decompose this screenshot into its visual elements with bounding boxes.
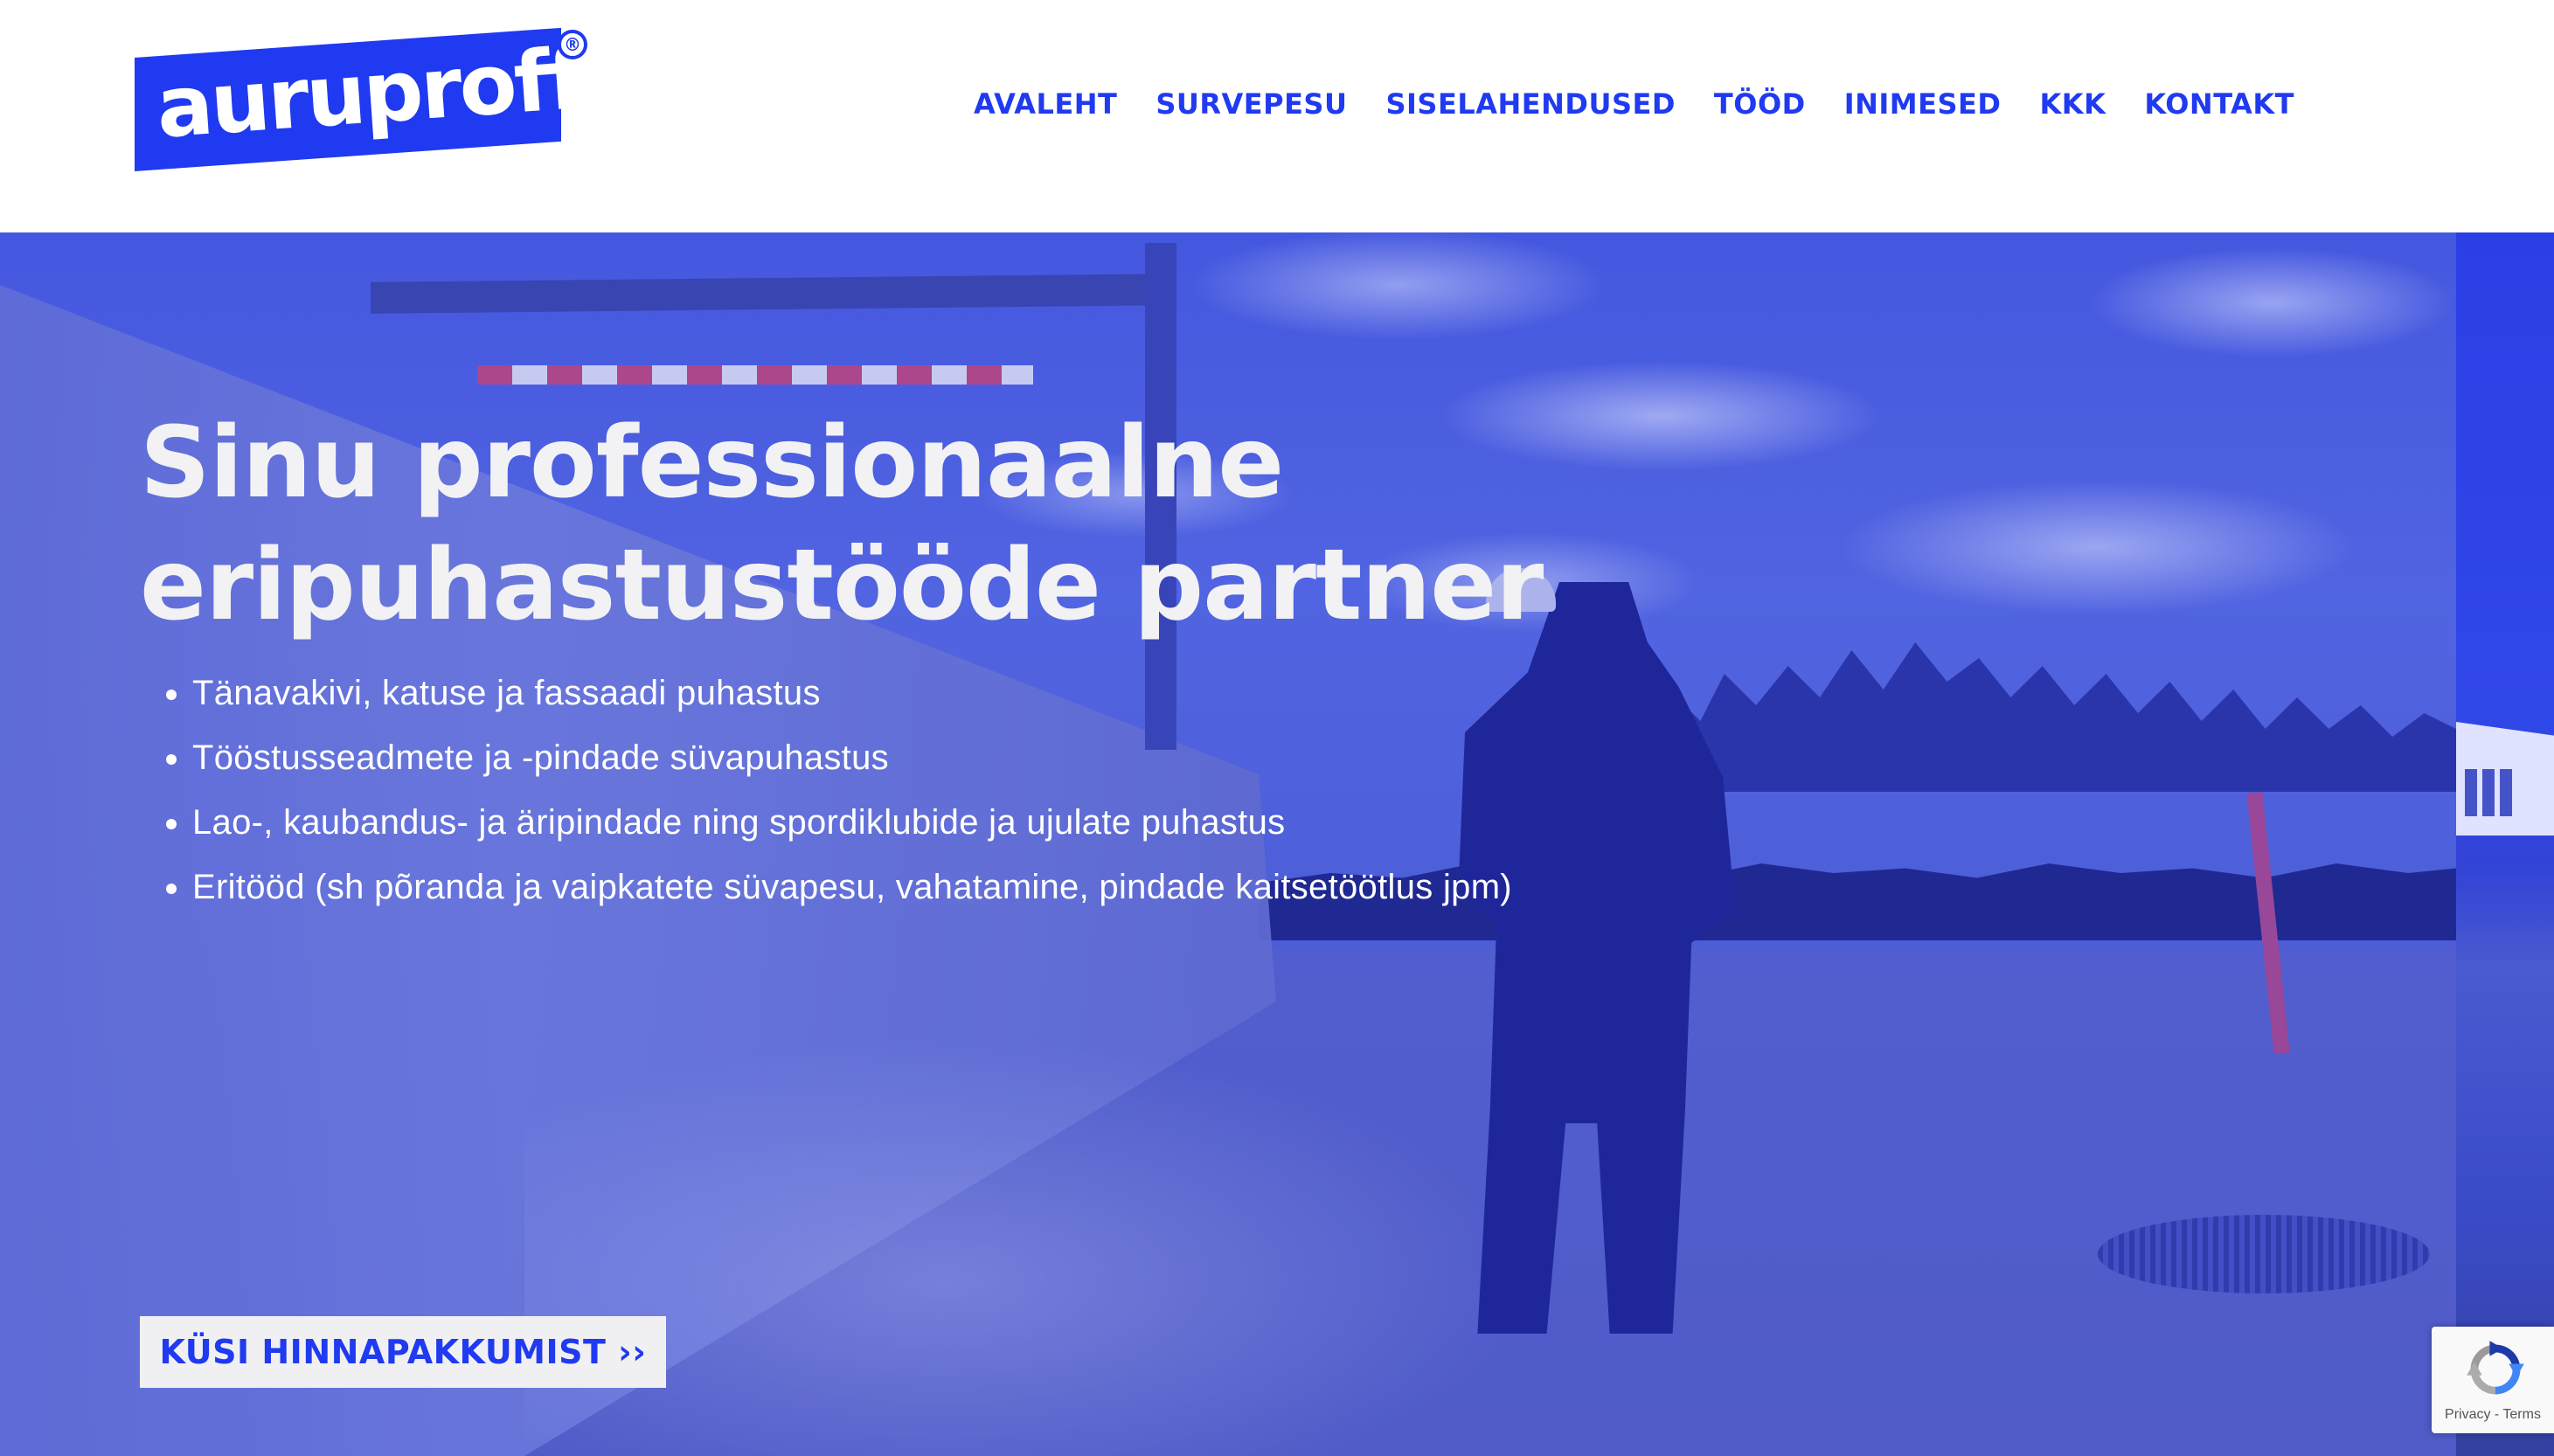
registered-mark: ® — [558, 30, 587, 59]
next-slide-window — [2465, 769, 2517, 816]
next-slide-peek — [2456, 232, 2554, 1456]
service-item: Lao-, kaubandus- ja äripindade ning spor… — [192, 790, 1643, 855]
nav-item-siselahendused[interactable]: SISELAHENDUSED — [1385, 87, 1675, 121]
recaptcha-terms-link[interactable]: Terms — [2502, 1407, 2541, 1422]
site-header: auruproff ® AVALEHT SURVEPESU SISELAHEND… — [0, 0, 2554, 232]
recaptcha-separator: - — [2490, 1407, 2503, 1422]
nav-item-kontakt[interactable]: KONTAKT — [2144, 87, 2294, 121]
hero-title-line-2: eripuhastustööde partner — [140, 529, 1544, 642]
recaptcha-privacy-link[interactable]: Privacy — [2445, 1407, 2490, 1422]
request-quote-button[interactable]: KÜSI HINNAPAKKUMIST ›› — [140, 1316, 666, 1388]
nav-item-tood[interactable]: TÖÖD — [1714, 87, 1806, 121]
nav-item-survepesu[interactable]: SURVEPESU — [1156, 87, 1347, 121]
nav-item-kkk[interactable]: KKK — [2039, 87, 2106, 121]
auruproff-logo[interactable]: auruproff ® — [135, 27, 589, 173]
recaptcha-icon — [2467, 1341, 2524, 1395]
hero-title-line-1: Sinu professionaalne — [140, 406, 1284, 520]
main-navigation: AVALEHT SURVEPESU SISELAHENDUSED TÖÖD IN… — [974, 87, 2294, 121]
service-item: Tänavakivi, katuse ja fassaadi puhastus — [192, 661, 1643, 725]
service-item: Tööstusseadmete ja -pindade süvapuhastus — [192, 725, 1643, 790]
services-list: Tänavakivi, katuse ja fassaadi puhastus … — [140, 661, 1643, 919]
nav-item-inimesed[interactable]: INIMESED — [1844, 87, 2002, 121]
hero-content: Sinu professionaalne eripuhastustööde pa… — [140, 402, 1643, 919]
hero-title: Sinu professionaalne eripuhastustööde pa… — [140, 402, 1643, 647]
service-item: Eritööd (sh põranda ja vaipkatete süvape… — [192, 855, 1643, 919]
recaptcha-links: Privacy - Terms — [2432, 1407, 2554, 1423]
recaptcha-badge[interactable]: Privacy - Terms — [2432, 1327, 2554, 1433]
nav-item-avaleht[interactable]: AVALEHT — [974, 87, 1117, 121]
